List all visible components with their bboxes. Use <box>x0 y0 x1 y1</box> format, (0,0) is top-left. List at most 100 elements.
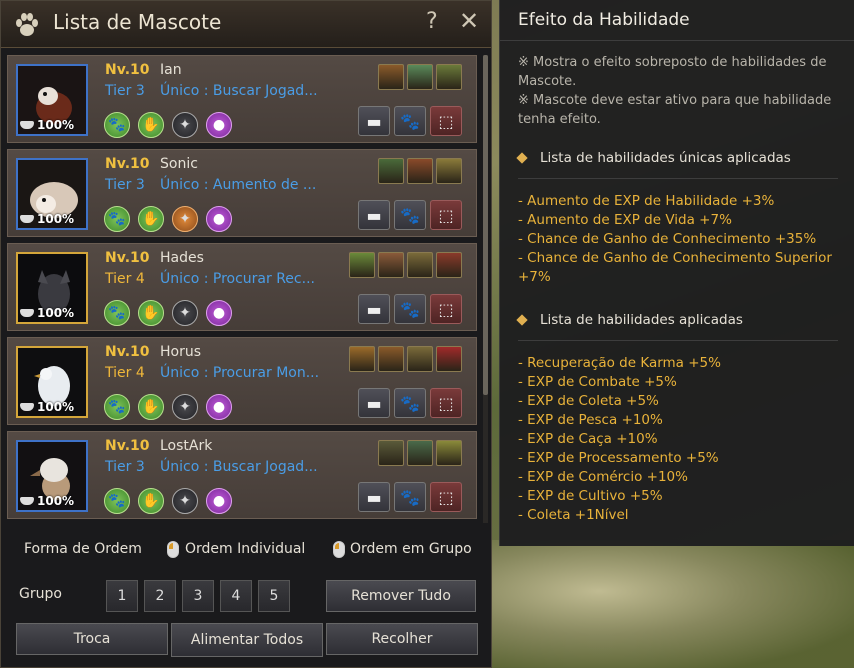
talent-icon[interactable] <box>349 346 375 372</box>
paw-button[interactable]: 🐾 <box>394 294 426 324</box>
feed-bowl-button[interactable]: ▬ <box>358 482 390 512</box>
feed-all-button[interactable]: Alimentar Todos <box>171 623 323 657</box>
compass-icon[interactable]: ✦ <box>172 488 198 514</box>
group-4-button[interactable]: 4 <box>220 580 252 612</box>
pet-unique-skill: Único : Procurar Rec... <box>160 271 315 287</box>
talent-icon[interactable] <box>436 158 462 184</box>
sort-group-button[interactable]: Ordem em Grupo <box>350 541 472 557</box>
hand-icon[interactable]: ✋ <box>138 394 164 420</box>
pet-row[interactable]: 100% Nv.10 Ian Tier 3 Único : Buscar Jog… <box>7 55 477 143</box>
window-title: Lista de Mascote <box>53 10 222 34</box>
scrollbar[interactable] <box>483 55 488 523</box>
compass-icon[interactable]: ✦ <box>172 300 198 326</box>
seal-box-button[interactable]: ⬚ <box>430 388 462 418</box>
group-3-button[interactable]: 3 <box>182 580 214 612</box>
group-1-button[interactable]: 1 <box>106 580 138 612</box>
talent-icon[interactable] <box>407 440 433 466</box>
talent-icon[interactable] <box>378 440 404 466</box>
cat-icon[interactable]: 🐾 <box>104 488 130 514</box>
hand-icon[interactable]: ✋ <box>138 206 164 232</box>
talent-icon[interactable] <box>378 64 404 90</box>
seal-box-button[interactable]: ⬚ <box>430 200 462 230</box>
hand-icon[interactable]: ✋ <box>138 112 164 138</box>
divider <box>518 178 838 179</box>
group-2-button[interactable]: 2 <box>144 580 176 612</box>
bowl-icon <box>20 403 34 411</box>
sort-individual-button[interactable]: Ordem Individual <box>185 541 305 557</box>
talent-icon[interactable] <box>378 346 404 372</box>
pet-actions: ▬ 🐾 ⬚ <box>358 388 462 418</box>
feed-bowl-button[interactable]: ▬ <box>358 200 390 230</box>
mouse-left-icon <box>333 541 345 558</box>
cat-icon[interactable]: 🐾 <box>104 394 130 420</box>
collect-button[interactable]: Recolher <box>326 623 478 655</box>
effect-item: - Coleta +1Nível <box>518 507 629 523</box>
background-scenery <box>490 540 854 668</box>
compass-icon[interactable]: ✦ <box>172 206 198 232</box>
pet-name: Horus <box>160 344 202 360</box>
paw-button[interactable]: 🐾 <box>394 106 426 136</box>
talent-icon[interactable] <box>436 346 462 372</box>
seal-box-button[interactable]: ⬚ <box>430 294 462 324</box>
paw-button[interactable]: 🐾 <box>394 200 426 230</box>
pet-status-icons: 🐾 ✋ ✦ ● <box>104 206 232 232</box>
talent-icon[interactable] <box>407 252 433 278</box>
pet-row[interactable]: 100% Nv.10 Hades Tier 4 Único : Procurar… <box>7 243 477 331</box>
hand-icon[interactable]: ✋ <box>138 488 164 514</box>
close-icon[interactable]: ✕ <box>459 7 479 35</box>
swap-button[interactable]: Troca <box>16 623 168 655</box>
effect-item: - EXP de Combate +5% <box>518 374 677 390</box>
pet-row[interactable]: 100% Nv.10 Sonic Tier 3 Único : Aumento … <box>7 149 477 237</box>
cat-icon[interactable]: 🐾 <box>104 112 130 138</box>
pet-row[interactable]: 100% Nv.10 LostArk Tier 3 Único : Buscar… <box>7 431 477 519</box>
bag-icon[interactable]: ● <box>206 488 232 514</box>
section-label: Lista de habilidades únicas aplicadas <box>540 150 791 166</box>
compass-icon[interactable]: ✦ <box>172 394 198 420</box>
remove-all-button[interactable]: Remover Tudo <box>326 580 476 612</box>
effect-item: - Recuperação de Karma +5% <box>518 355 721 371</box>
hand-icon[interactable]: ✋ <box>138 300 164 326</box>
pet-list[interactable]: 100% Nv.10 Ian Tier 3 Único : Buscar Jog… <box>7 55 479 523</box>
bag-icon[interactable]: ● <box>206 112 232 138</box>
talent-icon[interactable] <box>407 158 433 184</box>
pet-portrait[interactable]: 100% <box>16 158 88 230</box>
scrollbar-thumb[interactable] <box>483 55 488 395</box>
talent-icon[interactable] <box>407 64 433 90</box>
cat-icon[interactable]: 🐾 <box>104 206 130 232</box>
pet-portrait[interactable]: 100% <box>16 64 88 136</box>
pet-level: Nv.10 <box>105 344 150 360</box>
talent-icon[interactable] <box>436 440 462 466</box>
feed-bowl-button[interactable]: ▬ <box>358 106 390 136</box>
note-text: ※ Mascote deve estar ativo para que habi… <box>518 93 832 127</box>
pet-portrait[interactable]: 100% <box>16 252 88 324</box>
cat-icon[interactable]: 🐾 <box>104 300 130 326</box>
seal-box-button[interactable]: ⬚ <box>430 482 462 512</box>
feed-bowl-button[interactable]: ▬ <box>358 294 390 324</box>
section-label: Lista de habilidades aplicadas <box>540 312 743 328</box>
paw-button[interactable]: 🐾 <box>394 482 426 512</box>
bag-icon[interactable]: ● <box>206 300 232 326</box>
talent-icon[interactable] <box>407 346 433 372</box>
bag-icon[interactable]: ● <box>206 206 232 232</box>
talent-icon[interactable] <box>436 64 462 90</box>
pet-portrait[interactable]: 100% <box>16 440 88 512</box>
title-bar[interactable]: Lista de Mascote ? ✕ <box>1 1 491 48</box>
pet-talents <box>349 252 462 278</box>
mouse-left-icon <box>167 541 179 558</box>
talent-icon[interactable] <box>349 252 375 278</box>
pet-row[interactable]: 100% Nv.10 Horus Tier 4 Único : Procurar… <box>7 337 477 425</box>
hunger-indicator: 100% <box>20 118 74 132</box>
group-5-button[interactable]: 5 <box>258 580 290 612</box>
compass-icon[interactable]: ✦ <box>172 112 198 138</box>
effect-item: - EXP de Cultivo +5% <box>518 488 663 504</box>
hunger-value: 100% <box>37 400 75 414</box>
help-icon[interactable]: ? <box>426 9 438 34</box>
pet-portrait[interactable]: 100% <box>16 346 88 418</box>
bag-icon[interactable]: ● <box>206 394 232 420</box>
seal-box-button[interactable]: ⬚ <box>430 106 462 136</box>
talent-icon[interactable] <box>378 158 404 184</box>
paw-button[interactable]: 🐾 <box>394 388 426 418</box>
feed-bowl-button[interactable]: ▬ <box>358 388 390 418</box>
talent-icon[interactable] <box>378 252 404 278</box>
talent-icon[interactable] <box>436 252 462 278</box>
